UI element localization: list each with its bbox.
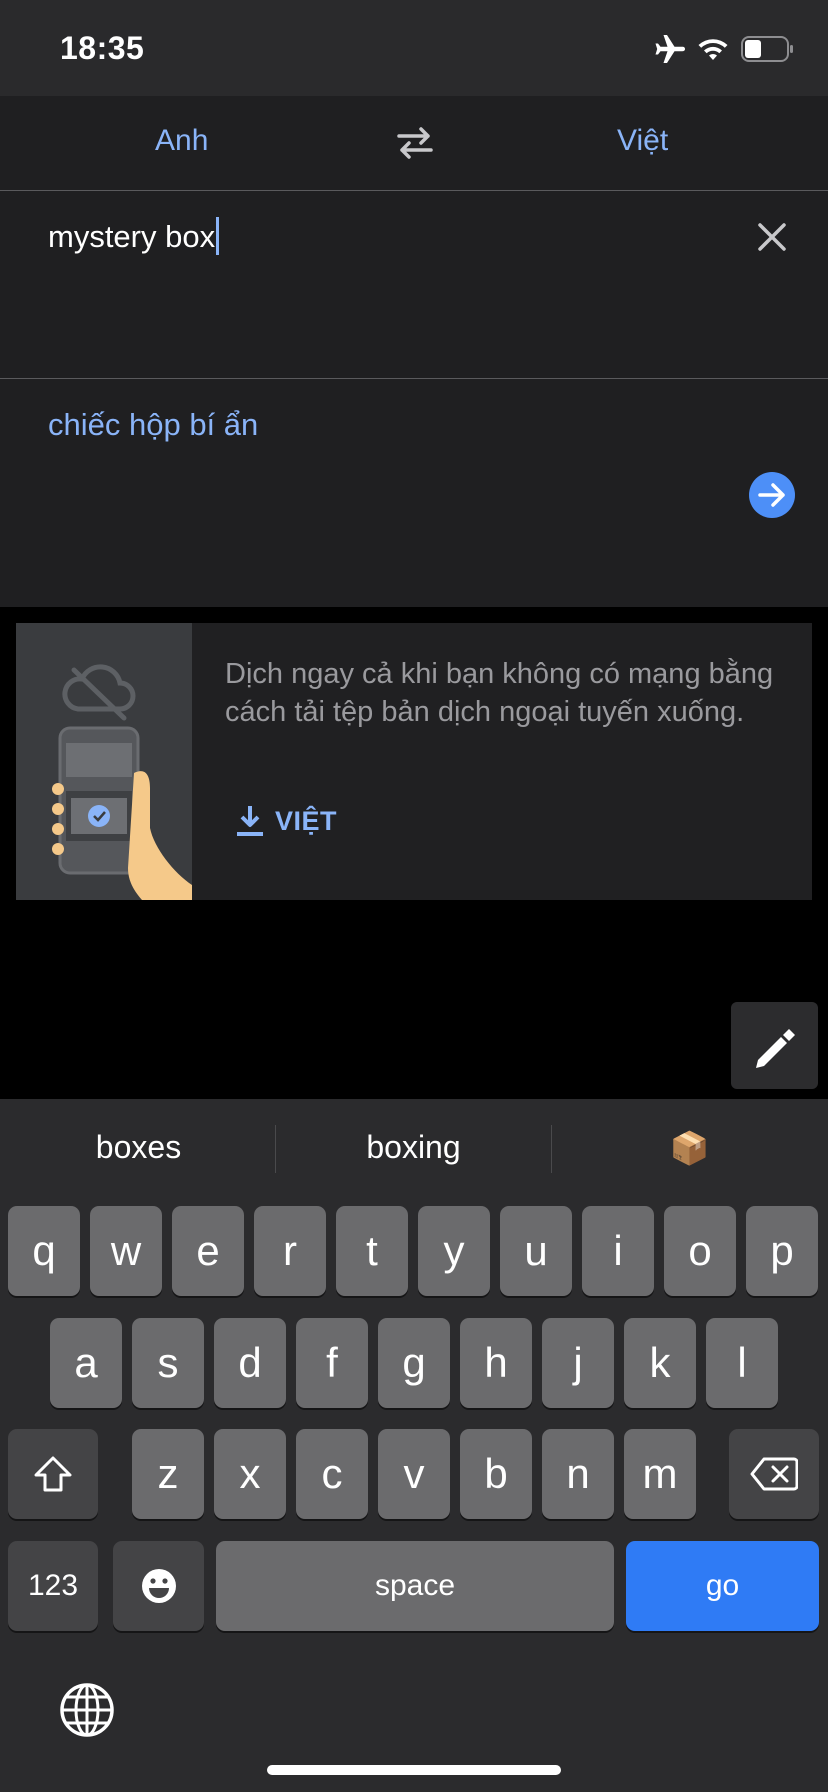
shift-key[interactable]: [8, 1429, 98, 1519]
key-x[interactable]: x: [214, 1429, 286, 1519]
space-key[interactable]: space: [216, 1541, 614, 1631]
key-r[interactable]: r: [254, 1206, 326, 1296]
close-icon[interactable]: [757, 222, 787, 252]
offline-download-card: Dịch ngay cả khi bạn không có mạng bằng …: [16, 623, 812, 900]
key-s[interactable]: s: [132, 1318, 204, 1408]
key-b[interactable]: b: [460, 1429, 532, 1519]
status-time: 18:35: [60, 30, 145, 66]
backspace-icon: [750, 1457, 798, 1491]
key-o[interactable]: o: [664, 1206, 736, 1296]
status-bar: 18:35: [0, 0, 828, 96]
pen-icon: [756, 1029, 795, 1068]
backspace-key[interactable]: [729, 1429, 819, 1519]
suggestion-divider: [275, 1125, 276, 1173]
emoji-key[interactable]: [113, 1541, 204, 1631]
language-bar: Anh Việt: [0, 96, 828, 191]
emoji-icon: [141, 1569, 176, 1603]
offline-illustration: [16, 623, 192, 900]
source-text-field[interactable]: mystery box: [48, 217, 220, 255]
key-i[interactable]: i: [582, 1206, 654, 1296]
input-area[interactable]: mystery box: [0, 191, 828, 379]
key-m[interactable]: m: [624, 1429, 696, 1519]
key-e[interactable]: e: [172, 1206, 244, 1296]
source-language-button[interactable]: Anh: [155, 124, 208, 158]
suggestion-divider: [551, 1125, 552, 1173]
swap-icon[interactable]: [395, 126, 435, 160]
key-v[interactable]: v: [378, 1429, 450, 1519]
download-language-button[interactable]: VIỆT: [235, 801, 337, 841]
key-k[interactable]: k: [624, 1318, 696, 1408]
shift-icon: [34, 1456, 72, 1492]
key-g[interactable]: g: [378, 1318, 450, 1408]
key-p[interactable]: p: [746, 1206, 818, 1296]
keyboard: boxes boxing 📦 qwertyuiop asdfghjkl zxcv…: [0, 1099, 828, 1792]
offline-message: Dịch ngay cả khi bạn không có mạng bằng …: [225, 658, 774, 728]
home-indicator: [267, 1765, 561, 1775]
wifi-icon: [698, 39, 728, 60]
suggestion-2[interactable]: boxing: [305, 1129, 522, 1166]
globe-icon[interactable]: [58, 1681, 116, 1739]
key-n[interactable]: n: [542, 1429, 614, 1519]
key-y[interactable]: y: [418, 1206, 490, 1296]
text-caret: [216, 217, 220, 255]
go-key[interactable]: go: [626, 1541, 819, 1631]
key-d[interactable]: d: [214, 1318, 286, 1408]
key-z[interactable]: z: [132, 1429, 204, 1519]
key-u[interactable]: u: [500, 1206, 572, 1296]
target-language-button[interactable]: Việt: [617, 124, 668, 158]
key-j[interactable]: j: [542, 1318, 614, 1408]
key-a[interactable]: a: [50, 1318, 122, 1408]
airplane-icon: [655, 35, 685, 63]
key-q[interactable]: q: [8, 1206, 80, 1296]
key-h[interactable]: h: [460, 1318, 532, 1408]
download-icon: [237, 806, 263, 836]
handwriting-button[interactable]: [731, 1002, 818, 1089]
open-translation-button[interactable]: [749, 472, 795, 518]
numbers-key[interactable]: 123: [8, 1541, 98, 1631]
arrow-right-icon: [758, 483, 785, 507]
source-text: mystery box: [48, 219, 216, 254]
key-w[interactable]: w: [90, 1206, 162, 1296]
battery-icon: [741, 36, 793, 62]
key-t[interactable]: t: [336, 1206, 408, 1296]
suggestion-3[interactable]: 📦: [581, 1129, 798, 1167]
suggestion-1[interactable]: boxes: [30, 1129, 247, 1166]
download-label: VIỆT: [275, 805, 338, 836]
translation-text: chiếc hộp bí ẩn: [48, 407, 259, 442]
translation-area: chiếc hộp bí ẩn: [0, 379, 828, 607]
key-c[interactable]: c: [296, 1429, 368, 1519]
key-f[interactable]: f: [296, 1318, 368, 1408]
key-l[interactable]: l: [706, 1318, 778, 1408]
